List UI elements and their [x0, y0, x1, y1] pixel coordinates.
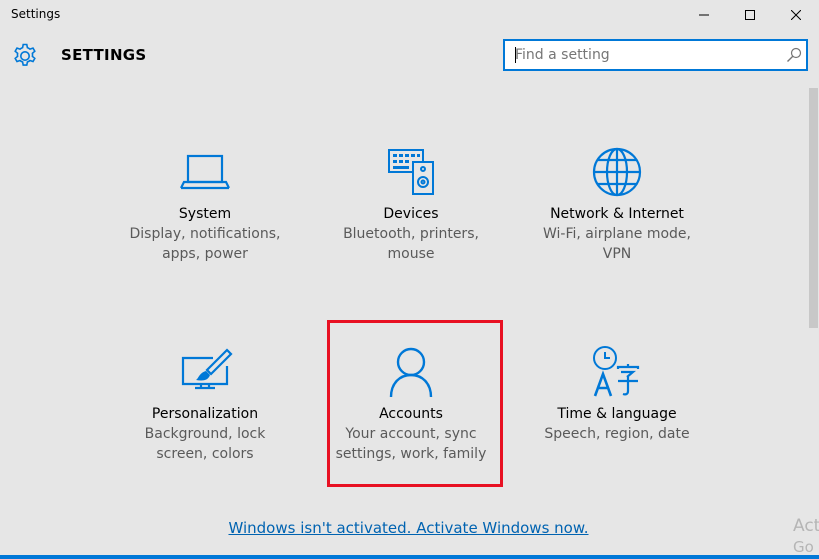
- tile-title: System: [178, 206, 232, 222]
- minimize-button[interactable]: [681, 0, 727, 30]
- tile-title: Time & language: [557, 406, 677, 422]
- tile-title: Devices: [383, 206, 439, 222]
- activation-watermark-sub: Go: [793, 538, 814, 556]
- tile-description: Background, lock screen, colors: [144, 426, 266, 462]
- time-language-icon: [593, 346, 640, 397]
- accounts-highlight-box: [327, 320, 503, 487]
- tile-description: Speech, region, date: [544, 426, 690, 442]
- tile-title: Personalization: [151, 406, 259, 422]
- activate-link-text[interactable]: Windows isn't activated. Activate Window…: [228, 519, 588, 537]
- maximize-button[interactable]: [727, 0, 773, 30]
- tile-devices[interactable]: Devices Bluetooth, printers, mouse: [321, 144, 501, 264]
- activation-watermark: Act: [793, 516, 819, 536]
- laptop-icon: [180, 154, 230, 190]
- taskbar-edge: [0, 555, 819, 559]
- close-icon: [791, 10, 801, 20]
- title-bar: Settings: [0, 0, 819, 30]
- gear-icon: [14, 43, 36, 66]
- tile-description: Display, notifications, apps, power: [129, 226, 281, 262]
- maximize-icon: [745, 10, 755, 20]
- text-caret: [515, 47, 516, 63]
- search-input[interactable]: [505, 41, 775, 69]
- devices-icon: [388, 149, 434, 195]
- tile-time-language[interactable]: Time & language Speech, region, date: [527, 344, 707, 444]
- globe-icon: [592, 147, 642, 197]
- tile-description: Wi-Fi, airplane mode, VPN: [543, 226, 691, 262]
- tile-title: Network & Internet: [550, 206, 684, 222]
- close-button[interactable]: [773, 0, 819, 30]
- tile-system[interactable]: System Display, notifications, apps, pow…: [115, 144, 295, 264]
- minimize-icon: [699, 14, 709, 16]
- activate-windows-link[interactable]: Windows isn't activated. Activate Window…: [0, 519, 819, 537]
- search-box[interactable]: [503, 39, 808, 71]
- search-icon[interactable]: [786, 47, 802, 63]
- tile-description: Bluetooth, printers, mouse: [343, 226, 479, 262]
- paintbrush-icon: [181, 348, 233, 390]
- tile-personalization[interactable]: Personalization Background, lock screen,…: [115, 344, 295, 464]
- scrollbar-thumb[interactable]: [809, 88, 818, 328]
- window-title: Settings: [11, 7, 61, 21]
- tile-network[interactable]: Network & Internet Wi-Fi, airplane mode,…: [527, 144, 707, 264]
- page-title: SETTINGS: [61, 46, 147, 64]
- settings-header: SETTINGS: [0, 30, 819, 82]
